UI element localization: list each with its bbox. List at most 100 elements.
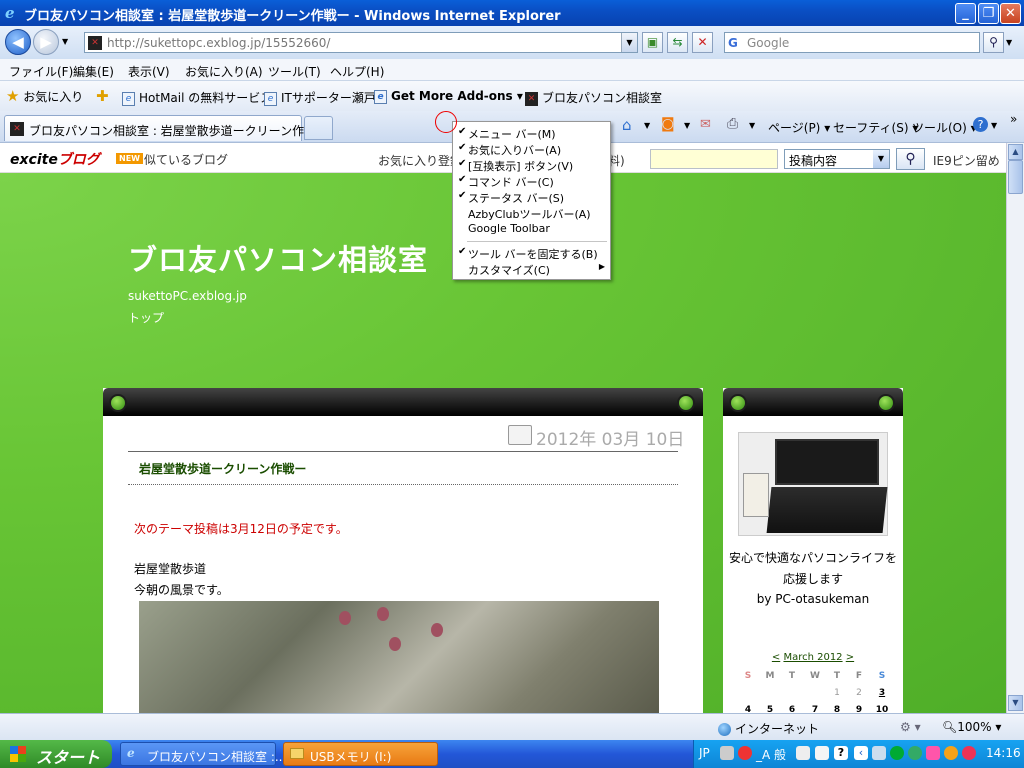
fav-item-blog[interactable]: ✕ ブロ友パソコン相談室 — [525, 89, 662, 106]
menu-file[interactable]: ファイル(F) — [9, 63, 73, 80]
network-icon[interactable] — [890, 746, 904, 760]
forward-button[interactable]: ▶ — [33, 29, 59, 55]
context-menu-item[interactable]: Google Toolbar — [453, 221, 610, 237]
home-dropdown-icon[interactable]: ▼ — [644, 121, 650, 130]
blog-search-input[interactable] — [650, 149, 778, 169]
chevron-more-icon[interactable]: » — [1010, 112, 1017, 126]
title-bar[interactable]: e ブロ友パソコン相談室 : 岩屋堂散歩道ークリーン作戦ー - Windows … — [0, 0, 1024, 26]
safety-menu[interactable]: セーフティ(S) ▾ — [833, 119, 918, 136]
scroll-down-icon[interactable]: ▼ — [1008, 695, 1023, 711]
taskbar-item-ie[interactable]: e ブロ友パソコン相談室 :... — [120, 742, 286, 766]
zoom-control[interactable]: 🔍︎100% ▾ — [942, 720, 1001, 734]
photo-bud — [377, 607, 389, 621]
menu-view[interactable]: 表示(V) — [128, 63, 170, 80]
volume-icon[interactable] — [872, 746, 886, 760]
excite-logo[interactable]: exciteブログ — [10, 149, 100, 169]
app-tray-icon[interactable] — [926, 746, 940, 760]
context-menu-item[interactable]: ✔ ツール バーを固定する(B) — [453, 245, 610, 261]
search-box[interactable]: G Google — [724, 32, 980, 53]
update-icon[interactable] — [944, 746, 958, 760]
check-icon: ✔ — [458, 246, 467, 257]
calendar-day[interactable]: 3 — [874, 688, 890, 698]
ime-language[interactable]: JP — [699, 746, 710, 760]
restore-button[interactable]: ❐ — [978, 3, 999, 24]
search-options-icon[interactable]: ▼ — [1006, 38, 1012, 47]
help-dropdown-icon[interactable]: ▼ — [991, 121, 997, 130]
divider — [128, 484, 678, 485]
add-to-favbar-button[interactable]: ✚ — [96, 87, 109, 105]
refresh-button[interactable]: ⇆ — [667, 32, 688, 53]
context-menu-item[interactable]: ✔ メニュー バー(M) — [453, 125, 610, 141]
tools-menu[interactable]: ツール(O) ▾ — [912, 119, 977, 136]
context-menu-item[interactable]: カスタマイズ(C) ▶ — [453, 261, 610, 277]
calendar-month-link[interactable]: March 2012 — [783, 652, 842, 663]
divider — [128, 451, 678, 452]
menu-favorites[interactable]: お気に入り(A) — [185, 63, 263, 80]
minimize-button[interactable]: _ — [955, 3, 976, 24]
recent-pages-dropdown-icon[interactable]: ▼ — [62, 37, 68, 46]
address-dropdown-icon[interactable]: ▼ — [621, 33, 637, 52]
ime-mode[interactable]: _A 般 — [756, 746, 786, 763]
calendar-weekday: S — [878, 671, 886, 681]
mail-icon[interactable]: ✉ — [700, 117, 711, 132]
antivirus-icon[interactable] — [962, 746, 976, 760]
top-link[interactable]: トップ — [128, 309, 164, 326]
keyboard-icon[interactable] — [720, 746, 734, 760]
print-icon[interactable]: ⎙ — [727, 116, 738, 132]
search-button[interactable]: ⚲ — [983, 32, 1004, 53]
ime-tool-icon[interactable] — [796, 746, 810, 760]
security-zone[interactable]: インターネット — [718, 720, 819, 737]
new-badge: NEW — [116, 153, 143, 164]
similar-blogs-link[interactable]: 似ているブログ — [144, 151, 228, 168]
page-menu[interactable]: ページ(P) ▾ — [768, 119, 830, 136]
blog-title[interactable]: ブロ友パソコン相談室 — [128, 237, 428, 279]
vertical-scrollbar[interactable]: ▲ ▼ — [1006, 143, 1024, 713]
green-dot-icon — [729, 394, 747, 412]
compat-view-button[interactable]: ▣ — [642, 32, 663, 53]
favorites-button[interactable]: ★ お気に入り — [6, 87, 83, 105]
feeds-dropdown-icon[interactable]: ▼ — [684, 121, 690, 130]
menu-tools[interactable]: ツール(T) — [268, 63, 321, 80]
fav-item-hotmail[interactable]: e HotMail の無料サービス — [122, 89, 272, 106]
search-scope-select[interactable]: 投稿内容 ▼ — [784, 149, 890, 169]
home-icon[interactable]: ⌂ — [622, 116, 632, 134]
menu-help[interactable]: ヘルプ(H) — [330, 63, 384, 80]
new-tab-button[interactable] — [304, 116, 333, 140]
blog-search-button[interactable]: ⚲ — [896, 148, 925, 170]
fav-item-get-more-addons[interactable]: e Get More Add-ons ▾ — [374, 89, 523, 104]
tab-current[interactable]: ✕ ブロ友パソコン相談室 : 岩屋堂散歩道ークリーン作戦ー — [4, 115, 328, 141]
security-icon[interactable] — [908, 746, 922, 760]
help-icon[interactable]: ? — [834, 746, 848, 760]
menu-edit[interactable]: 編集(E) — [73, 63, 114, 80]
ie9-pin-link[interactable]: IE9ピン留め — [933, 152, 1000, 169]
calculator — [743, 473, 769, 517]
start-button[interactable]: スタート — [0, 740, 112, 768]
context-menu-item[interactable]: ✔ [互換表示] ボタン(V) — [453, 157, 610, 173]
favorite-register-link[interactable]: お気に入り登録 — [378, 152, 462, 169]
calendar-next-link[interactable]: > — [846, 652, 854, 663]
close-button[interactable]: ✕ — [1000, 3, 1021, 24]
help-icon[interactable]: ? — [973, 117, 988, 132]
back-button[interactable]: ◀ — [5, 29, 31, 55]
stop-button[interactable]: ✕ — [692, 32, 713, 53]
scroll-up-icon[interactable]: ▲ — [1008, 144, 1023, 160]
calendar-weekday: M — [765, 671, 775, 681]
sidebar-text: 応援します — [782, 572, 843, 586]
chevron-left-icon[interactable]: ‹ — [854, 746, 868, 760]
protected-mode-icon[interactable]: ⚙ ▾ — [900, 720, 921, 734]
context-menu-item[interactable]: AzbyClubツールバー(A) — [453, 205, 610, 221]
fav-item-itsupporter[interactable]: e ITサポーター瀬戸 — [264, 89, 376, 106]
context-menu-item[interactable]: ✔ コマンド バー(C) — [453, 173, 610, 189]
context-menu-item[interactable]: ✔ ステータス バー(S) — [453, 189, 610, 205]
photo-bud — [339, 611, 351, 625]
post-title[interactable]: 岩屋堂散歩道ークリーン作戦ー — [139, 460, 306, 477]
context-menu-item[interactable]: ✔ お気に入りバー(A) — [453, 141, 610, 157]
calendar-prev-link[interactable]: < — [772, 652, 780, 663]
ime-icon[interactable] — [738, 746, 752, 760]
scroll-thumb[interactable] — [1008, 160, 1023, 194]
taskbar-item-usb[interactable]: USBメモリ (I:) — [283, 742, 438, 766]
ime-pad-icon[interactable] — [815, 746, 829, 760]
feeds-icon[interactable]: ◙ — [661, 116, 675, 132]
print-dropdown-icon[interactable]: ▼ — [749, 121, 755, 130]
address-field[interactable]: ✕ http://sukettopc.exblog.jp/15552660/ ▼ — [84, 32, 638, 53]
